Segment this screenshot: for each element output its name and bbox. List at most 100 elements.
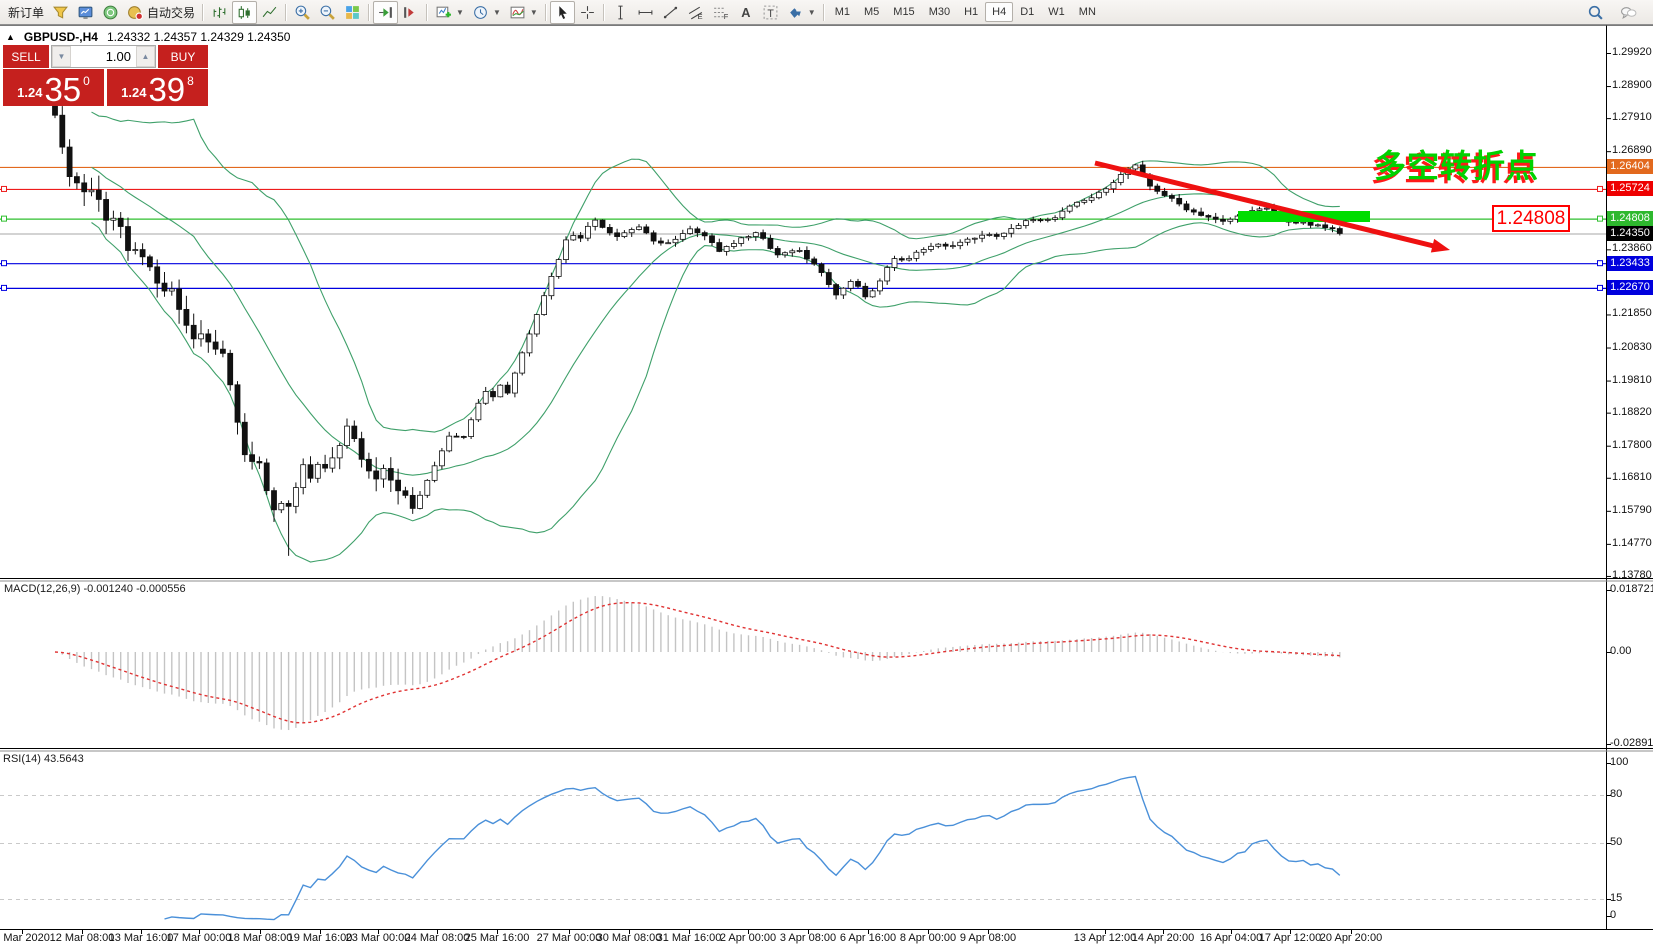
macd-axis-tick: -0.028913 [1610,737,1653,749]
crosshair-icon [579,4,596,21]
auto-trading-button[interactable]: 自动交易 [123,1,199,24]
timeframe-H4[interactable]: H4 [985,2,1013,22]
bar-chart-button[interactable] [207,1,232,24]
chart-shift-button[interactable] [398,1,423,24]
price-axis-tick: 1.29920 [1612,46,1652,58]
text-label-button[interactable]: T [758,1,783,24]
buy-button[interactable]: BUY [158,45,208,68]
timeframe-D1[interactable]: D1 [1013,2,1041,22]
zoom-in-icon [294,4,311,21]
zoom-out-button[interactable] [315,1,340,24]
market-watch-button[interactable] [73,1,98,24]
time-axis-label: 20 Apr 20:00 [1309,932,1393,944]
collapse-arrow-icon[interactable]: ▲ [6,33,15,42]
timeframe-W1[interactable]: W1 [1041,2,1072,22]
toolbar-separator [285,4,287,21]
toolbar: 新订单 自动交易 ▼ ▼ ▼ E FA T ▼ M1M5M15M30H1H4D1W1MN [0,0,1653,25]
timeframe-M15[interactable]: M15 [886,2,921,22]
indicators-icon [509,4,526,21]
toolbar-separator [368,4,370,21]
chevron-down-icon[interactable]: ▼ [808,8,816,17]
sell-price-base: 1.24 [17,86,42,99]
price-axis-tick: 1.21850 [1612,307,1652,319]
candle-chart-button[interactable] [232,1,257,24]
crosshair-button[interactable] [575,1,600,24]
line-chart-button[interactable] [257,1,282,24]
vertical-line-button[interactable] [608,1,633,24]
fibonacci-button[interactable]: F [708,1,733,24]
price-level-tag-1.22670: 1.22670 [1607,280,1653,295]
arrows-icon [787,4,804,21]
price-axis-tick: 1.23860 [1612,242,1652,254]
funnel-button[interactable] [48,1,73,24]
new-chart-button[interactable]: ▼ [431,1,468,24]
timeframe-M1[interactable]: M1 [828,2,857,22]
equidistant-channel-icon: E [687,4,704,21]
search-icon [1587,4,1604,21]
chevron-down-icon[interactable]: ▼ [493,8,501,17]
auto-scroll-icon [377,4,394,21]
price-axis-tick: 1.15790 [1612,504,1652,516]
equidistant-channel-button[interactable]: E [683,1,708,24]
chevron-down-icon[interactable]: ▼ [456,8,464,17]
horizontal-line-icon [637,4,654,21]
new-order-button[interactable]: 新订单 [4,1,48,24]
toolbar-separator [202,4,204,21]
time-axis-label: 9 Apr 08:00 [946,932,1030,944]
price-level-tag-1.26404: 1.26404 [1607,159,1653,174]
price-callout: 1.24808 [1492,205,1570,232]
toolbar-separator [603,4,605,21]
toolbar-separator [823,4,825,21]
cursor-button[interactable] [550,1,575,24]
one-click-trade-panel: SELL ▼ ▲ BUY 1.24 35 0 1.24 39 8 [3,45,208,106]
rsi-axis-tick: 15 [1610,892,1622,904]
chart-title-row: ▲ GBPUSD-,H4 1.24332 1.24357 1.24329 1.2… [6,30,290,44]
chat-button[interactable] [1616,1,1641,24]
navigator-button[interactable] [98,1,123,24]
timeframe-H1[interactable]: H1 [957,2,985,22]
vertical-line-icon [612,4,629,21]
svg-text:A: A [741,4,750,19]
timeframe-MN[interactable]: MN [1072,2,1103,22]
volume-input[interactable] [71,46,136,67]
arrows-button[interactable]: ▼ [783,1,820,24]
search-button[interactable] [1583,1,1608,24]
zoom-out-icon [319,4,336,21]
price-axis-tick: 1.16810 [1612,471,1652,483]
price-axis-tick: 1.13780 [1612,569,1652,581]
chevron-down-icon[interactable]: ▼ [530,8,538,17]
price-level-tag-1.25724: 1.25724 [1607,181,1653,196]
cursor-icon [554,4,571,21]
volume-increase-icon[interactable]: ▲ [136,46,155,67]
price-axis-tick: 1.27910 [1612,111,1652,123]
rsi-axis-tick: 0 [1610,909,1616,921]
zoom-in-button[interactable] [290,1,315,24]
buy-price-box[interactable]: 1.24 39 8 [107,69,208,106]
text-button[interactable]: A [733,1,758,24]
sell-price-box[interactable]: 1.24 35 0 [3,69,104,106]
horizontal-line-button[interactable] [633,1,658,24]
price-level-tag-1.23433: 1.23433 [1607,256,1653,271]
trendline-button[interactable] [658,1,683,24]
indicators-dialog-button[interactable]: ▼ [505,1,542,24]
tile-windows-button[interactable] [340,1,365,24]
chart-symbol-label: GBPUSD-,H4 [24,30,98,44]
rsi-axis-tick: 50 [1610,836,1622,848]
timeframe-M30[interactable]: M30 [922,2,957,22]
macd-axis-tick: 0.018721 [1610,583,1653,595]
price-level-tag-1.24808: 1.24808 [1607,211,1653,226]
sell-price-pips: 35 [44,76,81,103]
tile-windows-icon [344,4,361,21]
fibonacci-icon: F [712,4,729,21]
profiles-button[interactable]: ▼ [468,1,505,24]
svg-text:T: T [767,7,774,19]
text-icon: A [737,4,754,21]
sell-button[interactable]: SELL [3,45,49,68]
macd-axis-tick: 0.00 [1610,645,1631,657]
auto-scroll-button[interactable] [373,1,398,24]
buy-price-base: 1.24 [121,86,146,99]
sell-price-pipette: 0 [83,75,90,87]
svg-text:E: E [697,11,702,20]
timeframe-M5[interactable]: M5 [857,2,886,22]
volume-decrease-icon[interactable]: ▼ [52,46,71,67]
